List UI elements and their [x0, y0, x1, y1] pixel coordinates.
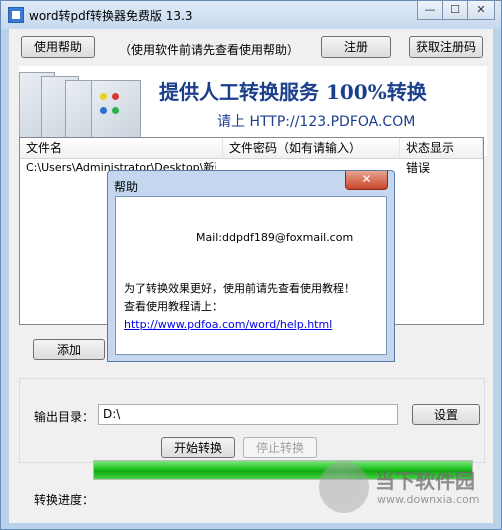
column-filename[interactable]: 文件名	[20, 138, 223, 158]
watermark-url: www.downxia.com	[377, 493, 480, 506]
watermark-brand: 当下软件园	[375, 469, 475, 493]
start-convert-button[interactable]: 开始转换	[161, 437, 235, 458]
help-hint: （使用软件前请先查看使用帮助）	[119, 43, 300, 57]
close-button[interactable]: ✕	[467, 1, 495, 20]
maximize-button[interactable]: ☐	[442, 1, 468, 20]
file-status-cell: 错误	[406, 161, 431, 175]
minimize-button[interactable]: —	[417, 1, 443, 20]
output-dir-label: 输出目录：	[34, 410, 95, 424]
help-button[interactable]: 使用帮助	[21, 36, 95, 58]
dialog-line1: 为了转换效果更好，使用前请先查看使用教程！	[124, 282, 355, 295]
add-button[interactable]: 添加	[33, 339, 105, 360]
app-icon	[8, 7, 24, 23]
window-title: word转pdf转换器免费版 13.3	[29, 9, 193, 23]
dialog-title: 帮助	[114, 180, 139, 194]
file-list-header: 文件名 文件密码（如有请输入） 状态显示	[20, 138, 483, 159]
dialog-close-button[interactable]: ✕	[345, 171, 388, 190]
whiteboard-image	[91, 80, 141, 144]
main-window: word转pdf转换器免费版 13.3 — ☐ ✕ 使用帮助 （使用软件前请先查…	[0, 0, 502, 530]
output-dir-input[interactable]: D:\	[98, 404, 398, 425]
watermark-logo-icon	[319, 461, 369, 513]
dialog-body: Mail:ddpdf189@foxmail.com 为了转换效果更好，使用前请先…	[115, 196, 387, 355]
title-bar[interactable]: word转pdf转换器免费版 13.3 — ☐ ✕	[1, 1, 501, 29]
watermark: 当下软件园 www.downxia.com	[319, 461, 499, 521]
register-button[interactable]: 注册	[321, 36, 391, 58]
dialog-line2: 查看使用教程请上：	[124, 300, 223, 313]
get-code-button[interactable]: 获取注册码	[409, 36, 483, 58]
stop-convert-button: 停止转换	[243, 437, 317, 458]
column-status[interactable]: 状态显示	[400, 138, 483, 158]
dialog-mail: Mail:ddpdf189@foxmail.com	[196, 231, 354, 244]
dialog-help-link[interactable]: http://www.pdfoa.com/word/help.html	[124, 318, 332, 331]
column-password[interactable]: 文件密码（如有请输入）	[223, 138, 400, 158]
progress-label: 转换进度：	[34, 493, 95, 507]
banner-subline: 请上 HTTP://123.PDFOA.COM	[217, 114, 416, 130]
help-dialog: 帮助 ✕ Mail:ddpdf189@foxmail.com 为了转换效果更好，…	[107, 170, 395, 362]
banner-headline: 提供人工转换服务 100%转换	[159, 80, 427, 104]
settings-button[interactable]: 设置	[412, 404, 480, 425]
